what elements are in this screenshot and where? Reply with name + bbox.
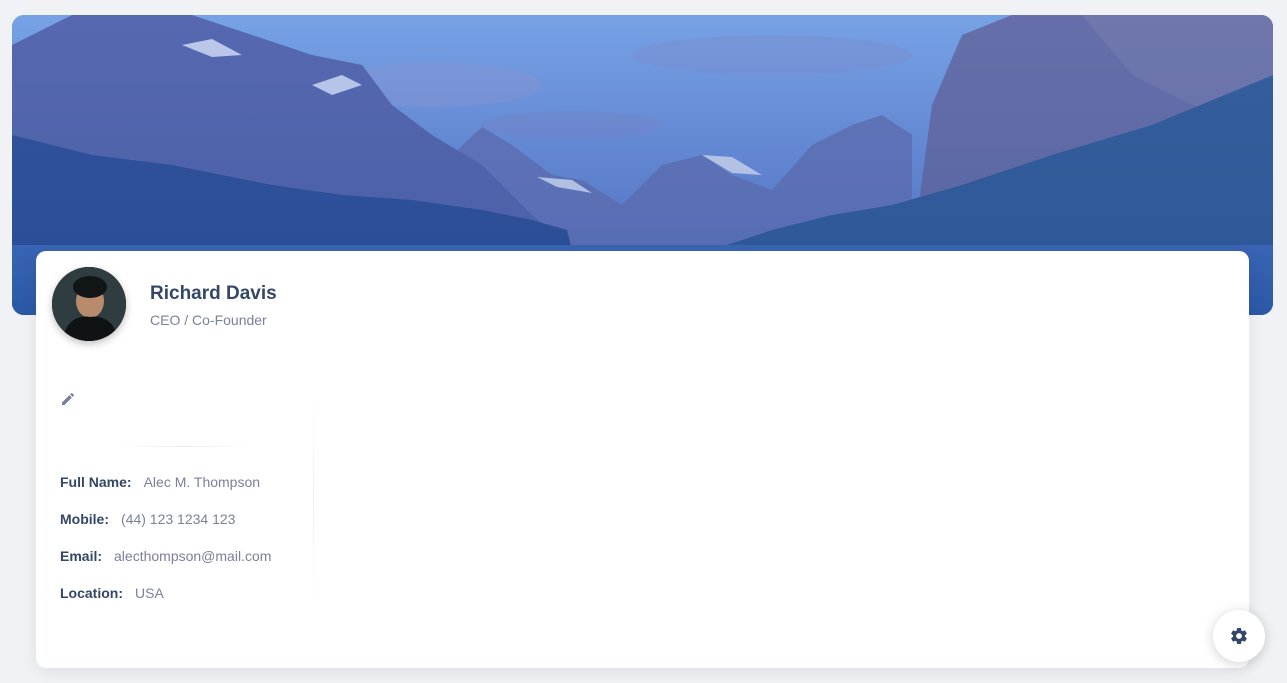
email-label: Email: — [60, 548, 103, 564]
email-value: alecthompson@mail.com — [114, 548, 272, 564]
info-mobile: Mobile: (44) 123 1234 123 — [60, 511, 235, 527]
person-avatar-icon — [52, 267, 126, 341]
info-email: Email: alecthompson@mail.com — [60, 548, 271, 564]
pencil-icon[interactable] — [60, 391, 76, 407]
mobile-label: Mobile: — [60, 511, 109, 527]
divider — [114, 446, 254, 447]
profile-card: Richard Davis CEO / Co-Founder Full Name… — [36, 251, 1249, 668]
gear-icon — [1231, 627, 1247, 645]
info-location: Location: USA — [60, 585, 164, 601]
full-name-label: Full Name: — [60, 474, 132, 490]
location-value: USA — [135, 585, 164, 601]
location-label: Location: — [60, 585, 123, 601]
profile-role: CEO / Co-Founder — [150, 312, 267, 328]
vertical-divider — [313, 391, 314, 606]
avatar — [52, 267, 126, 341]
profile-name: Richard Davis — [150, 283, 277, 304]
full-name-value: Alec M. Thompson — [143, 474, 261, 490]
mobile-value: (44) 123 1234 123 — [121, 511, 236, 527]
settings-button[interactable] — [1213, 610, 1265, 662]
info-full-name: Full Name: Alec M. Thompson — [60, 474, 260, 490]
